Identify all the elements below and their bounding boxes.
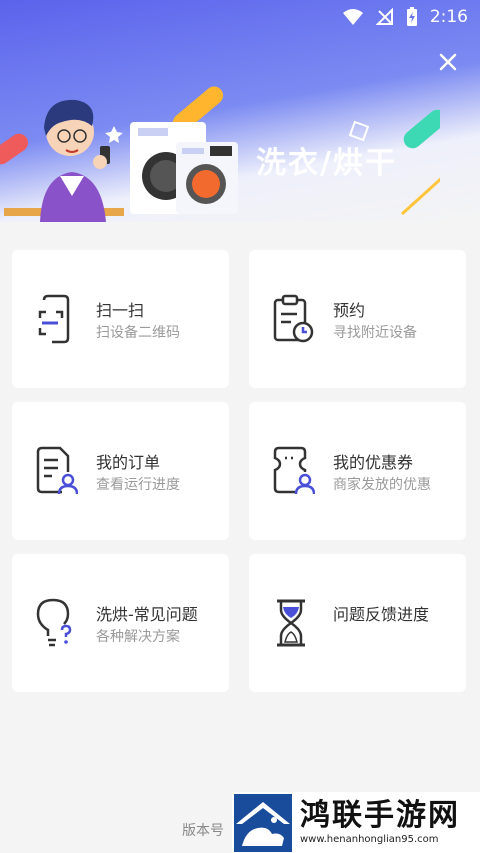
card-title: 我的优惠券 xyxy=(333,453,414,472)
watermark: 鸿联手游网 www.henanhonglian95.com xyxy=(232,792,480,853)
version-label: 版本号 xyxy=(182,823,224,839)
card-title: 扫一扫 xyxy=(96,301,145,320)
card-subtitle: 各种解决方案 xyxy=(96,629,180,645)
coupon-user-icon xyxy=(273,446,315,495)
lightbulb-question-icon xyxy=(36,598,72,647)
card-title: 预约 xyxy=(333,301,366,320)
card-coupons[interactable]: 我的优惠券 商家发放的优惠 xyxy=(249,402,466,540)
menu-grid: 扫一扫 扫设备二维码 预约 寻找附近设备 我的订单 查看运行进度 我的优惠券 商… xyxy=(12,250,466,692)
card-reserve[interactable]: 预约 寻找附近设备 xyxy=(249,250,466,388)
card-title: 我的订单 xyxy=(96,453,161,472)
no-signal-icon xyxy=(375,8,393,25)
card-subtitle: 寻找附近设备 xyxy=(333,325,417,341)
watermark-logo-icon xyxy=(234,793,292,852)
battery-charging-icon xyxy=(406,7,417,26)
wifi-icon xyxy=(342,9,363,25)
status-bar: 2:16 xyxy=(0,0,480,34)
card-subtitle: 扫设备二维码 xyxy=(96,325,180,341)
card-subtitle: 查看运行进度 xyxy=(96,477,180,493)
order-list-icon xyxy=(36,446,78,495)
status-time: 2:16 xyxy=(429,7,468,27)
close-icon[interactable] xyxy=(436,50,460,74)
card-title: 洗烘-常见问题 xyxy=(96,605,198,624)
scan-phone-icon xyxy=(38,294,70,344)
card-subtitle: 商家发放的优惠 xyxy=(333,477,431,493)
clipboard-clock-icon xyxy=(273,294,314,343)
card-my-orders[interactable]: 我的订单 查看运行进度 xyxy=(12,402,229,540)
watermark-url: www.henanhonglian95.com xyxy=(300,833,439,845)
hourglass-icon xyxy=(277,599,305,647)
card-scan[interactable]: 扫一扫 扫设备二维码 xyxy=(12,250,229,388)
card-feedback-progress[interactable]: 问题反馈进度 xyxy=(249,554,466,692)
watermark-title: 鸿联手游网 xyxy=(300,797,460,833)
banner-title: 洗衣/烘干 xyxy=(256,146,397,181)
card-faq[interactable]: 洗烘-常见问题 各种解决方案 xyxy=(12,554,229,692)
card-title: 问题反馈进度 xyxy=(333,605,430,624)
